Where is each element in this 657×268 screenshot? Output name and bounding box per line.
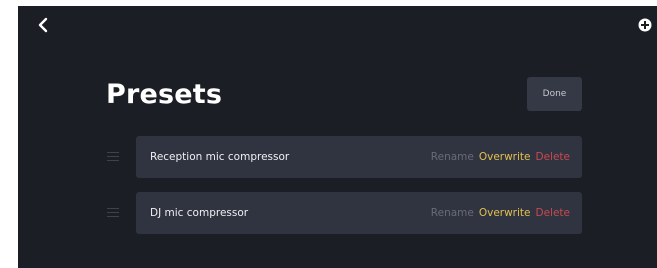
preset-card: DJ mic compressor Rename Overwrite Delete xyxy=(136,192,582,234)
back-button[interactable] xyxy=(35,15,53,35)
overwrite-button[interactable]: Overwrite xyxy=(479,151,531,163)
rename-button[interactable]: Rename xyxy=(431,151,474,163)
preset-actions: Rename Overwrite Delete xyxy=(426,136,570,178)
preset-actions: Rename Overwrite Delete xyxy=(426,192,570,234)
presets-screen: Presets Done Reception mic compressor Re… xyxy=(18,6,657,268)
drag-handle-icon[interactable] xyxy=(107,152,119,162)
chevron-left-icon xyxy=(38,17,48,33)
rename-button[interactable]: Rename xyxy=(431,207,474,219)
drag-handle-icon[interactable] xyxy=(107,208,119,218)
preset-name: DJ mic compressor xyxy=(150,207,249,219)
preset-card: Reception mic compressor Rename Overwrite… xyxy=(136,136,582,178)
delete-button[interactable]: Delete xyxy=(536,151,571,163)
page-title: Presets xyxy=(106,79,223,110)
delete-button[interactable]: Delete xyxy=(536,207,571,219)
preset-row: Reception mic compressor Rename Overwrite… xyxy=(102,136,582,178)
add-preset-button[interactable] xyxy=(637,17,653,33)
plus-circle-icon xyxy=(638,18,652,32)
overwrite-button[interactable]: Overwrite xyxy=(479,207,531,219)
preset-row: DJ mic compressor Rename Overwrite Delete xyxy=(102,192,582,234)
preset-name: Reception mic compressor xyxy=(150,151,290,163)
done-button[interactable]: Done xyxy=(527,77,582,111)
